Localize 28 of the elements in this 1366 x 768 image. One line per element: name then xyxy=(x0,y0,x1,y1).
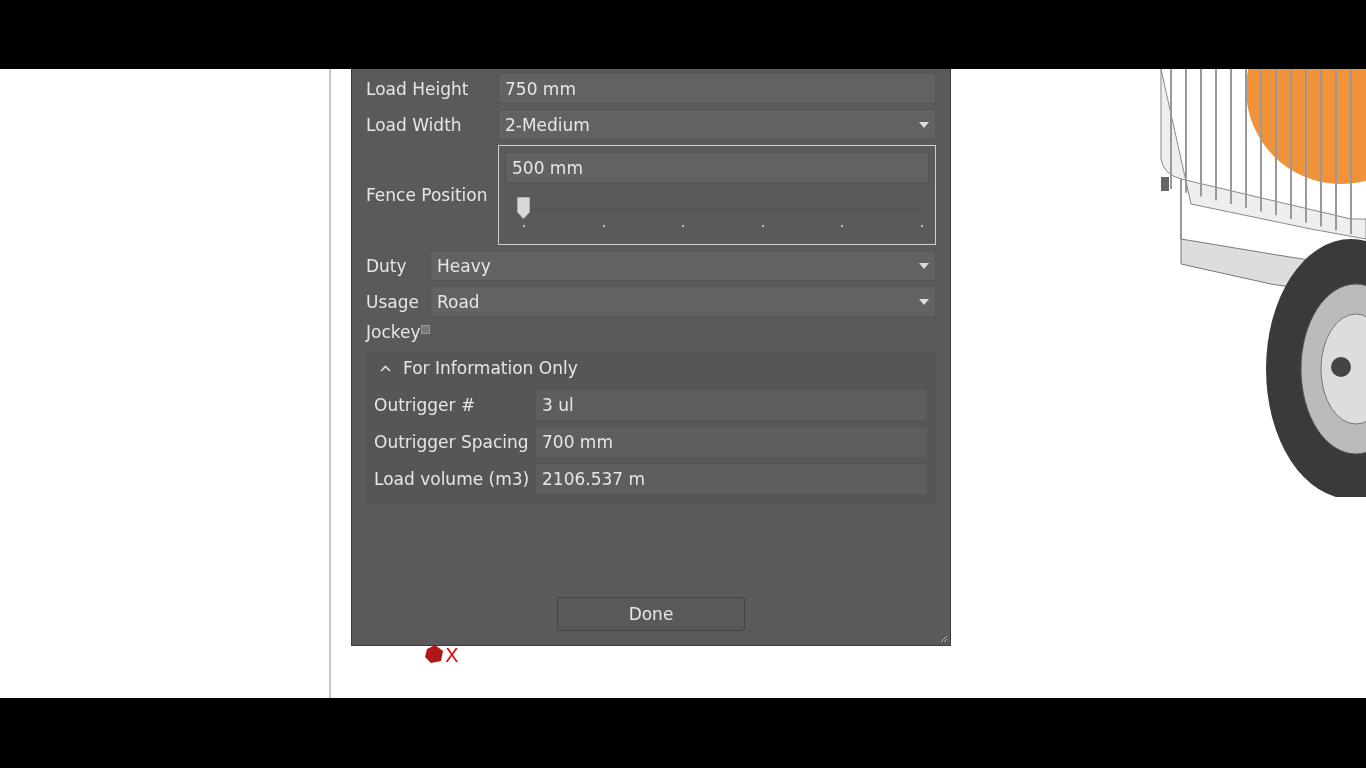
field-label: Load volume (m3) xyxy=(374,469,531,489)
dropdown[interactable]: Heavy xyxy=(430,250,936,281)
caret-icon xyxy=(919,262,929,269)
checkbox[interactable] xyxy=(420,324,430,334)
section-title[interactable]: For Information Only xyxy=(403,358,578,378)
field-label: Usage xyxy=(366,291,420,312)
readonly-field: 2106.537 m xyxy=(535,463,928,495)
dropdown[interactable]: Road xyxy=(430,286,936,317)
checkbox-label: Jockey xyxy=(366,322,421,342)
field-label: Load Width xyxy=(366,114,463,135)
chevron-up-icon[interactable] xyxy=(380,364,391,372)
resize-grip-icon xyxy=(940,635,947,642)
field-label: Duty xyxy=(366,255,408,276)
field-label: Outrigger # xyxy=(374,395,477,415)
done-button[interactable]: Done xyxy=(557,597,745,631)
slider-thumb[interactable] xyxy=(517,197,530,219)
axis-marker-icon xyxy=(423,643,445,665)
text-field[interactable]: 750 mm xyxy=(498,73,936,104)
caret-icon xyxy=(919,298,929,305)
field-label: Load Height xyxy=(366,78,470,99)
value-field[interactable]: 500 mm xyxy=(505,152,929,183)
readonly-field: 3 ul xyxy=(535,389,928,421)
readonly-field: 700 mm xyxy=(535,426,928,458)
dropdown[interactable]: 2-Medium xyxy=(498,109,936,140)
caret-icon xyxy=(919,121,929,128)
field-label: Outrigger Spacing xyxy=(374,432,530,452)
field-label: Fence Position xyxy=(366,185,489,205)
axis-label: X xyxy=(445,645,459,665)
